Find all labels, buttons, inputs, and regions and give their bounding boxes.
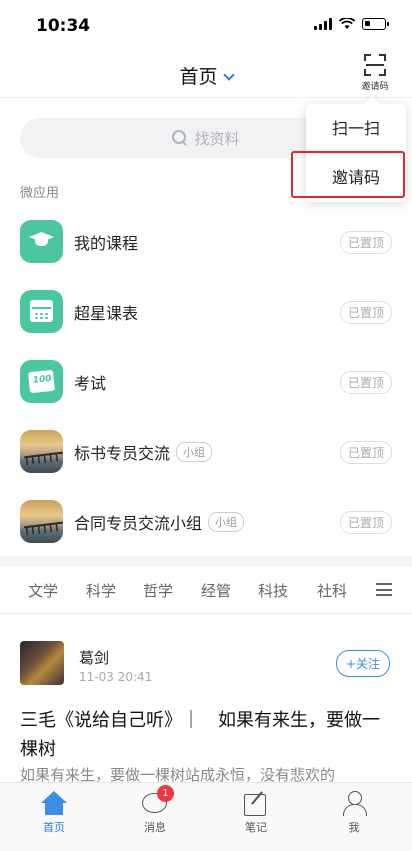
feed-title[interactable]: 三毛《说给自己听》｜ 如果有来生，要做一棵树: [20, 706, 392, 764]
page-title: 首页: [179, 66, 218, 88]
note-icon: [244, 791, 268, 816]
scan-icon: [364, 54, 386, 76]
group-tag: 小组: [176, 442, 213, 462]
menu-icon[interactable]: [376, 583, 392, 596]
category-tabs: 文学 科学 哲学 经管 科技 社科: [0, 566, 412, 614]
top-bar: 首页 邀请码: [0, 50, 412, 98]
avatar[interactable]: [20, 641, 64, 685]
group-photo-icon: [20, 430, 63, 473]
page-title-dropdown[interactable]: 首页: [0, 62, 412, 89]
profile-icon: [342, 791, 367, 816]
search-placeholder: 找资料: [194, 129, 240, 148]
calendar-icon: [20, 290, 63, 333]
search-icon: [172, 130, 188, 146]
pinned-badge[interactable]: 已置顶: [339, 231, 392, 254]
bottom-tab-bar: 首页 1 消息 笔记 我: [0, 782, 412, 851]
tab-label: 笔记: [245, 821, 267, 834]
app-row-contract-group[interactable]: 合同专员交流小组 小组 已置顶: [0, 486, 412, 556]
status-icons: [314, 18, 389, 30]
graduation-cap-icon: [20, 220, 63, 263]
popup-item-scan[interactable]: 扫一扫: [306, 105, 406, 153]
category-tab[interactable]: 科技: [258, 580, 288, 601]
unread-badge: 1: [157, 785, 174, 802]
tab-notes[interactable]: 笔记: [226, 791, 286, 835]
scan-button[interactable]: 邀请码: [356, 54, 394, 92]
app-row-timetable[interactable]: 超星课表 已置顶: [0, 276, 412, 346]
highlight-box: [291, 151, 405, 198]
message-icon: 1: [142, 785, 174, 815]
follow-button[interactable]: +关注: [335, 650, 390, 677]
feed-author[interactable]: 葛剑: [79, 647, 109, 668]
section-label: 微应用: [20, 186, 60, 201]
app-name: 合同专员交流小组: [74, 514, 203, 533]
app-name: 我的课程: [74, 234, 139, 253]
category-tab[interactable]: 经管: [201, 580, 231, 601]
pinned-badge[interactable]: 已置顶: [339, 371, 392, 394]
group-photo-icon: [20, 500, 63, 543]
app-row-exam[interactable]: 100 考试 已置顶: [0, 346, 412, 416]
wifi-icon: [339, 18, 355, 29]
group-tag: 小组: [208, 512, 245, 532]
tab-home[interactable]: 首页: [24, 791, 84, 835]
pinned-badge[interactable]: 已置顶: [339, 511, 392, 534]
feed-snippet: 如果有来生，要做一棵树站成永恒，没有悲欢的: [20, 766, 336, 782]
app-name: 超星课表: [74, 304, 139, 323]
signal-icon: [314, 18, 332, 30]
exam-icon-text: 100: [32, 373, 53, 386]
tab-me[interactable]: 我: [324, 791, 384, 835]
app-row-bidding-group[interactable]: 标书专员交流 小组 已置顶: [0, 416, 412, 486]
scan-button-label: 邀请码: [361, 82, 389, 92]
pinned-badge[interactable]: 已置顶: [339, 441, 392, 464]
app-name: 考试: [74, 374, 107, 393]
exam-paper-icon: 100: [20, 360, 63, 403]
battery-icon: [362, 18, 389, 30]
app-row-my-courses[interactable]: 我的课程 已置顶: [0, 206, 412, 276]
category-tab[interactable]: 社科: [317, 580, 347, 601]
tab-messages[interactable]: 1 消息: [125, 785, 185, 835]
feed-time: 11-03 20:41: [79, 670, 153, 684]
chevron-down-icon: [222, 69, 235, 81]
status-time: 10:34: [36, 16, 91, 36]
pinned-badge[interactable]: 已置顶: [339, 301, 392, 324]
tab-label: 消息: [144, 821, 166, 834]
status-bar: 10:34: [0, 0, 412, 50]
tab-label: 首页: [43, 821, 65, 834]
feed-post[interactable]: 葛剑 11-03 20:41 +关注 三毛《说给自己听》｜ 如果有来生，要做一棵…: [0, 614, 412, 782]
category-tab[interactable]: 哲学: [143, 580, 173, 601]
tab-label: 我: [348, 821, 360, 834]
app-name: 标书专员交流: [74, 444, 171, 463]
category-tab[interactable]: 科学: [86, 580, 116, 601]
category-tab[interactable]: 文学: [28, 580, 58, 601]
home-icon: [41, 791, 67, 815]
